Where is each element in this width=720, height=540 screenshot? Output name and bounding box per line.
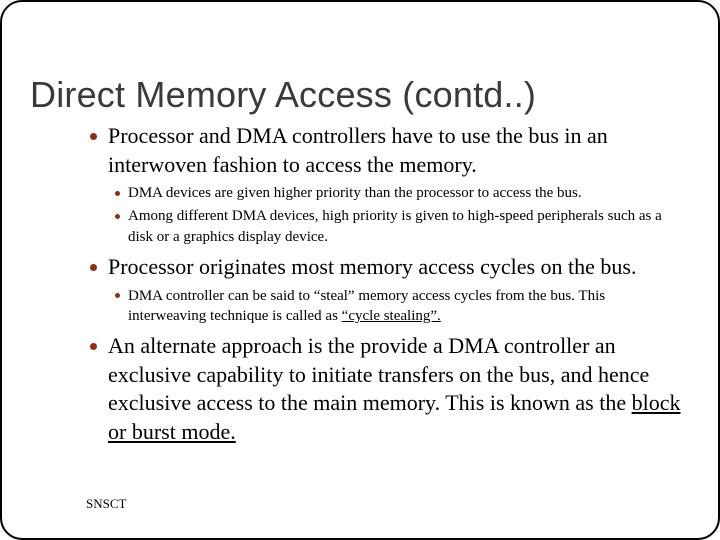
slide-title: Direct Memory Access (contd..) [30, 74, 696, 116]
bullet-list: Processor and DMA controllers have to us… [108, 122, 682, 446]
footer-label: SNSCT [86, 496, 126, 512]
bullet-1b: Among different DMA devices, high priori… [128, 206, 678, 247]
bullet-1b-text: Among different DMA devices, high priori… [128, 208, 662, 244]
bullet-1-sublist: DMA devices are given higher priority th… [128, 183, 678, 247]
bullet-1a: DMA devices are given higher priority th… [128, 183, 678, 203]
bullet-2-text: Processor originates most memory access … [108, 254, 636, 279]
bullet-2a: DMA controller can be said to “steal” me… [128, 286, 678, 327]
bullet-3-pre: An alternate approach is the provide a D… [108, 333, 649, 415]
bullet-2-sublist: DMA controller can be said to “steal” me… [128, 286, 678, 327]
bullet-2a-underline: “cycle stealing”. [342, 308, 441, 324]
bullet-3: An alternate approach is the provide a D… [108, 332, 682, 446]
bullet-1-text: Processor and DMA controllers have to us… [108, 123, 608, 177]
bullet-1a-text: DMA devices are given higher priority th… [128, 185, 582, 201]
bullet-1: Processor and DMA controllers have to us… [108, 122, 682, 247]
slide-frame: Direct Memory Access (contd..) Processor… [0, 0, 720, 540]
bullet-2: Processor originates most memory access … [108, 253, 682, 326]
